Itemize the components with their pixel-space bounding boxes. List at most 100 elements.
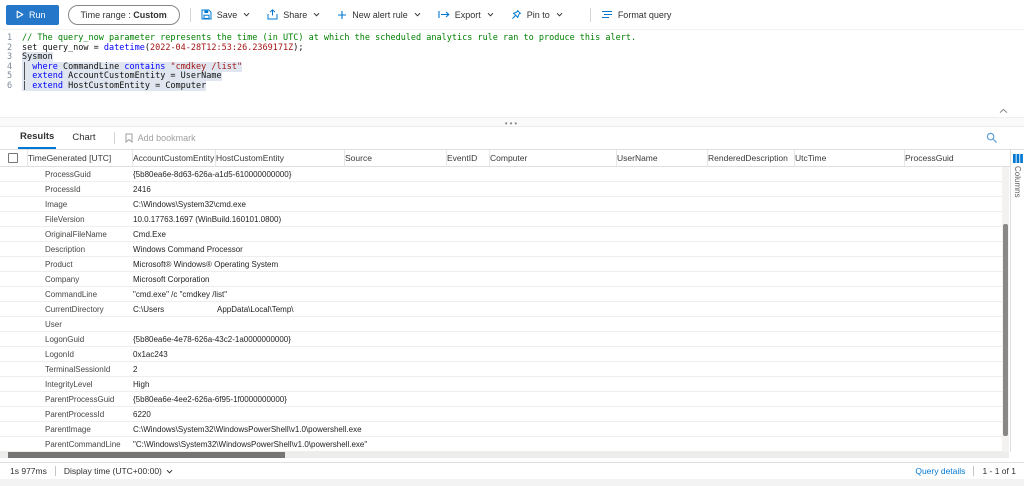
- table-row[interactable]: ParentProcessGuid{5b80ea6e-4ee2-626a-6f9…: [0, 392, 1002, 407]
- row-value: 2416: [133, 185, 1002, 194]
- log-analytics-query-window: Run Time range : Custom Save Share New a…: [0, 0, 1024, 486]
- row-value: Cmd.Exe: [133, 230, 1002, 239]
- export-button[interactable]: Export: [438, 10, 494, 20]
- horizontal-scrollbar-thumb[interactable]: [8, 452, 285, 458]
- format-query-label: Format query: [618, 10, 672, 20]
- display-time-label: Display time (UTC+00:00): [64, 466, 162, 476]
- table-row[interactable]: ParentImageC:\Windows\System32\WindowsPo…: [0, 422, 1002, 437]
- search-icon[interactable]: [986, 132, 998, 144]
- status-divider: [973, 466, 974, 476]
- time-range-picker[interactable]: Time range : Custom: [68, 5, 180, 25]
- code-line[interactable]: set query_now = datetime(2022-04-28T12:5…: [22, 44, 1024, 54]
- column-header[interactable]: UtcTime: [795, 150, 905, 166]
- columns-icon: [1013, 154, 1023, 163]
- select-all-cell: [0, 150, 28, 166]
- collapse-editor-icon[interactable]: [999, 108, 1008, 114]
- run-button[interactable]: Run: [6, 5, 59, 25]
- select-all-checkbox[interactable]: [8, 153, 18, 163]
- footer-band: [0, 479, 1024, 486]
- table-row[interactable]: ImageC:\Windows\System32\cmd.exe: [0, 197, 1002, 212]
- row-key: ParentImage: [45, 425, 133, 434]
- editor-code[interactable]: // The query_now parameter represents th…: [22, 34, 1024, 92]
- table-row[interactable]: CompanyMicrosoft Corporation: [0, 272, 1002, 287]
- save-icon: [201, 9, 212, 20]
- pin-icon: [511, 9, 522, 20]
- column-header[interactable]: UserName: [617, 150, 708, 166]
- row-value: "C:\Windows\System32\WindowsPowerShell\v…: [133, 440, 1002, 449]
- status-bar: 1s 977ms Display time (UTC+00:00) Query …: [0, 462, 1024, 479]
- display-time-selector[interactable]: Display time (UTC+00:00): [64, 466, 173, 476]
- chevron-down-icon: [243, 12, 250, 17]
- table-row[interactable]: FileVersion10.0.17763.1697 (WinBuild.160…: [0, 212, 1002, 227]
- chevron-down-icon: [487, 12, 494, 17]
- pin-to-label: Pin to: [527, 10, 550, 20]
- share-button[interactable]: Share: [267, 9, 320, 20]
- row-key: ParentProcessGuid: [45, 395, 133, 404]
- tab-results[interactable]: Results: [18, 127, 56, 149]
- column-header[interactable]: ProcessGuid: [905, 150, 1024, 166]
- table-row[interactable]: CurrentDirectoryC:\Users AppData\Local\T…: [0, 302, 1002, 317]
- query-details-link[interactable]: Query details: [915, 466, 965, 476]
- vertical-scrollbar-thumb[interactable]: [1003, 224, 1008, 436]
- column-header[interactable]: Computer: [490, 150, 617, 166]
- column-header[interactable]: EventID: [447, 150, 490, 166]
- table-row[interactable]: LogonGuid{5b80ea6e-4e78-626a-43c2-1a0000…: [0, 332, 1002, 347]
- table-row[interactable]: DescriptionWindows Command Processor: [0, 242, 1002, 257]
- chevron-down-icon: [414, 12, 421, 17]
- vertical-scrollbar[interactable]: [1002, 167, 1009, 452]
- chevron-down-icon: [556, 12, 563, 17]
- pin-to-button[interactable]: Pin to: [511, 9, 563, 20]
- row-key: LogonGuid: [45, 335, 133, 344]
- table-row[interactable]: ProcessId2416: [0, 182, 1002, 197]
- table-row[interactable]: ParentProcessId6220: [0, 407, 1002, 422]
- column-header[interactable]: Source: [345, 150, 447, 166]
- tab-chart[interactable]: Chart: [70, 128, 97, 148]
- columns-tab-label: Columns: [1013, 166, 1022, 198]
- plus-icon: [337, 10, 347, 20]
- code-line[interactable]: | extend HostCustomEntity = Computer: [22, 82, 1024, 92]
- table-row[interactable]: ParentCommandLine"C:\Windows\System32\Wi…: [0, 437, 1002, 452]
- table-row[interactable]: TerminalSessionId2: [0, 362, 1002, 377]
- row-value: 2: [133, 365, 1002, 374]
- table-row[interactable]: LogonId0x1ac243: [0, 347, 1002, 362]
- status-left: 1s 977ms Display time (UTC+00:00): [0, 466, 173, 476]
- row-value: {5b80ea6e-8d63-626a-a1d5-610000000000}: [133, 170, 1002, 179]
- column-header[interactable]: TimeGenerated [UTC]: [28, 150, 133, 166]
- save-button[interactable]: Save: [201, 9, 251, 20]
- format-query-button[interactable]: Format query: [601, 10, 672, 20]
- status-right: Query details 1 - 1 of 1: [915, 466, 1024, 476]
- row-value: C:\Windows\System32\cmd.exe: [133, 200, 1002, 209]
- columns-side-tab[interactable]: Columns: [1010, 150, 1024, 452]
- table-row[interactable]: ProcessGuid{5b80ea6e-8d63-626a-a1d5-6100…: [0, 167, 1002, 182]
- row-key: ProcessId: [45, 185, 133, 194]
- table-row[interactable]: ProductMicrosoft® Windows® Operating Sys…: [0, 257, 1002, 272]
- query-toolbar: Run Time range : Custom Save Share New a…: [0, 0, 1024, 30]
- query-editor[interactable]: 123456 // The query_now parameter repres…: [0, 30, 1024, 117]
- results-header-row: TimeGenerated [UTC]AccountCustomEntityHo…: [0, 150, 1024, 167]
- horizontal-scrollbar[interactable]: [0, 452, 1009, 458]
- row-value: "cmd.exe" /c "cmdkey /list": [133, 290, 1002, 299]
- row-key: FileVersion: [45, 215, 133, 224]
- editor-results-splitter[interactable]: •••: [0, 117, 1024, 127]
- chevron-down-icon: [166, 469, 173, 474]
- table-row[interactable]: IntegrityLevelHigh: [0, 377, 1002, 392]
- bookmark-icon: [125, 133, 133, 143]
- toolbar-divider: [590, 8, 591, 22]
- table-row[interactable]: User: [0, 317, 1002, 332]
- row-key: LogonId: [45, 350, 133, 359]
- row-key: OriginalFileName: [45, 230, 133, 239]
- row-value: {5b80ea6e-4ee2-626a-6f95-1f0000000000}: [133, 395, 1002, 404]
- column-header[interactable]: RenderedDescription: [708, 150, 795, 166]
- column-header[interactable]: HostCustomEntity: [216, 150, 345, 166]
- row-key: Product: [45, 260, 133, 269]
- tabs-divider: [114, 132, 115, 144]
- row-value: Windows Command Processor: [133, 245, 1002, 254]
- table-row[interactable]: OriginalFileNameCmd.Exe: [0, 227, 1002, 242]
- save-label: Save: [217, 10, 238, 20]
- row-key: TerminalSessionId: [45, 365, 133, 374]
- column-header[interactable]: AccountCustomEntity: [133, 150, 216, 166]
- new-alert-rule-button[interactable]: New alert rule: [337, 10, 421, 20]
- table-row[interactable]: CommandLine"cmd.exe" /c "cmdkey /list": [0, 287, 1002, 302]
- new-alert-rule-label: New alert rule: [352, 10, 408, 20]
- add-bookmark-button[interactable]: Add bookmark: [125, 133, 196, 143]
